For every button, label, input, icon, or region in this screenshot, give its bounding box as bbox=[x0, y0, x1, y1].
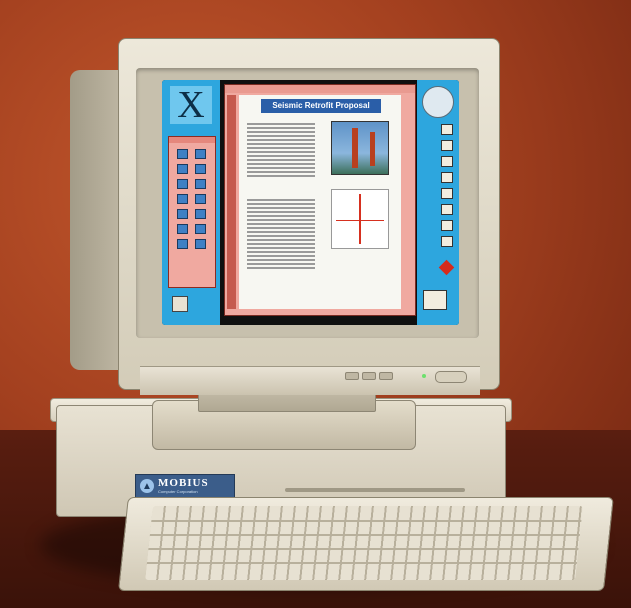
document-heading: Seismic Retrofit Proposal bbox=[261, 99, 381, 113]
app-icon bbox=[441, 220, 453, 231]
monitor-control-button bbox=[362, 372, 376, 380]
app-icon bbox=[441, 188, 453, 199]
app-icon bbox=[441, 140, 453, 151]
document-window-titlebar bbox=[225, 85, 415, 93]
clock-icon bbox=[423, 290, 447, 310]
trash-icon bbox=[172, 296, 188, 312]
file-icon-grid bbox=[169, 143, 215, 255]
file-icon bbox=[195, 194, 206, 204]
document-scrollbar bbox=[227, 95, 236, 309]
file-icon bbox=[195, 179, 206, 189]
brand-subtitle: Computer Corporation bbox=[158, 489, 198, 494]
document-page: Seismic Retrofit Proposal bbox=[239, 95, 401, 309]
document-text-block bbox=[247, 199, 315, 271]
key-row-divider bbox=[146, 562, 578, 564]
file-icon bbox=[195, 209, 206, 219]
app-icon bbox=[441, 204, 453, 215]
document-text-block bbox=[247, 123, 315, 179]
power-led bbox=[422, 374, 426, 378]
file-icon bbox=[195, 164, 206, 174]
file-icon bbox=[177, 164, 188, 174]
file-icon bbox=[195, 239, 206, 249]
drive-slot bbox=[285, 488, 465, 492]
globe-icon bbox=[422, 86, 454, 118]
monitor-control-button bbox=[345, 372, 359, 380]
app-icon bbox=[441, 156, 453, 167]
monitor-screen: X Seismic Retrofit Proposal bbox=[162, 80, 459, 325]
product-photo: ▲ MOBIUS Computer Corporation X Seismic … bbox=[0, 0, 631, 608]
file-icon bbox=[177, 179, 188, 189]
stop-icon bbox=[438, 259, 455, 276]
key-row-divider bbox=[149, 534, 580, 536]
brand-badge: ▲ MOBIUS Computer Corporation bbox=[135, 474, 235, 498]
seismic-plot bbox=[331, 189, 389, 249]
bridge-photo bbox=[331, 121, 389, 175]
keyboard bbox=[118, 497, 614, 591]
file-manager-window bbox=[168, 136, 216, 288]
file-icon bbox=[177, 224, 188, 234]
document-window: Seismic Retrofit Proposal bbox=[224, 84, 416, 316]
app-icon bbox=[441, 236, 453, 247]
monitor-control-button bbox=[379, 372, 393, 380]
file-icon bbox=[177, 194, 188, 204]
brand-logo-icon: ▲ bbox=[140, 479, 154, 493]
brand-name: MOBIUS bbox=[158, 477, 209, 489]
file-icon bbox=[177, 239, 188, 249]
file-icon bbox=[177, 149, 188, 159]
keyboard-keys bbox=[145, 506, 583, 580]
app-icon bbox=[441, 172, 453, 183]
file-icon bbox=[195, 149, 206, 159]
x-logo: X bbox=[170, 86, 212, 124]
key-row-divider bbox=[148, 548, 579, 550]
monitor-control-strip bbox=[140, 366, 480, 395]
key-row-divider bbox=[151, 520, 582, 522]
file-icon bbox=[195, 224, 206, 234]
left-dock: X bbox=[162, 80, 220, 325]
power-button bbox=[435, 371, 467, 383]
app-icon bbox=[441, 124, 453, 135]
right-dock bbox=[417, 80, 459, 325]
file-icon bbox=[177, 209, 188, 219]
